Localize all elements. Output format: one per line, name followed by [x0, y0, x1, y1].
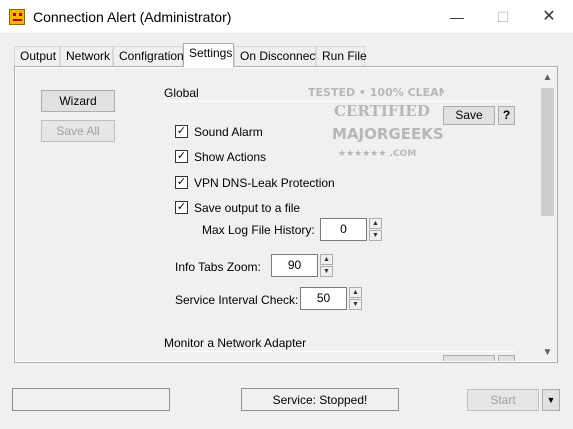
service-interval-label: Service Interval Check:	[175, 293, 299, 307]
settings-content: Wizard Save All Global Save ? ✓ Sound Al…	[16, 68, 538, 361]
max-log-spinner: ▲ ▼	[369, 218, 382, 241]
monitor-divider	[164, 351, 514, 352]
sound-alarm-label: Sound Alarm	[194, 125, 263, 139]
left-status-box	[12, 388, 170, 411]
sound-alarm-checkbox[interactable]: ✓	[175, 125, 188, 138]
close-button[interactable]: ✕	[527, 2, 571, 32]
service-status-text: Service: Stopped!	[272, 393, 368, 407]
service-interval-input[interactable]: 50	[300, 287, 347, 310]
vertical-scrollbar[interactable]: ▲ ▼	[538, 68, 557, 361]
save-output-label: Save output to a file	[194, 201, 301, 215]
info-zoom-label: Info Tabs Zoom:	[175, 260, 261, 274]
service-interval-up-icon[interactable]: ▲	[349, 287, 362, 298]
start-dropdown-button[interactable]: ▼	[542, 389, 560, 411]
info-zoom-spinner: ▲ ▼	[320, 254, 333, 277]
scroll-thumb[interactable]	[541, 88, 554, 216]
watermark-line3: MAJORGEEKS	[332, 125, 444, 143]
tab-on-disconnect[interactable]: On Disconnect	[234, 46, 319, 67]
minimize-button[interactable]: —	[435, 2, 479, 32]
max-log-label: Max Log File History:	[202, 223, 315, 237]
monitor-header: Monitor a Network Adapter	[164, 336, 307, 350]
show-actions-checkbox[interactable]: ✓	[175, 150, 188, 163]
service-interval-spinner: ▲ ▼	[349, 287, 362, 310]
tab-settings[interactable]: Settings	[183, 43, 234, 67]
max-log-down-icon[interactable]: ▼	[369, 230, 382, 241]
vpn-dns-leak-checkbox[interactable]: ✓	[175, 176, 188, 189]
info-zoom-input[interactable]: 90	[271, 254, 318, 277]
service-status-box: Service: Stopped!	[241, 388, 399, 411]
save-output-checkbox[interactable]: ✓	[175, 201, 188, 214]
info-zoom-down-icon[interactable]: ▼	[320, 266, 333, 277]
watermark-line4: ★★★★★★ .COM	[338, 149, 416, 159]
vpn-dns-leak-label: VPN DNS-Leak Protection	[194, 176, 335, 190]
settings-panel: Wizard Save All Global Save ? ✓ Sound Al…	[14, 66, 558, 363]
tab-run-file[interactable]: Run File	[316, 46, 367, 67]
app-icon	[9, 9, 25, 25]
scroll-up-icon[interactable]: ▲	[538, 69, 557, 86]
watermark-line1: TESTED • 100% CLEAN	[308, 86, 444, 99]
tab-output[interactable]: Output	[14, 46, 60, 67]
title-bar[interactable]: Connection Alert (Administrator) — ☐ ✕	[0, 0, 573, 34]
info-zoom-up-icon[interactable]: ▲	[320, 254, 333, 265]
watermark-line2: CERTIFIED	[334, 102, 430, 120]
service-interval-down-icon[interactable]: ▼	[349, 299, 362, 310]
show-actions-label: Show Actions	[194, 150, 267, 164]
max-log-input[interactable]: 0	[320, 218, 367, 241]
max-log-up-icon[interactable]: ▲	[369, 218, 382, 229]
start-button[interactable]: Start	[467, 389, 539, 411]
save-all-button[interactable]: Save All	[41, 120, 115, 142]
wizard-button[interactable]: Wizard	[41, 90, 115, 112]
maximize-button[interactable]: ☐	[481, 2, 525, 32]
tab-configration[interactable]: Configration	[113, 46, 184, 67]
global-header: Global	[164, 86, 199, 100]
majorgeeks-watermark-logo: TESTED • 100% CLEAN CERTIFIED MAJORGEEKS…	[308, 86, 444, 159]
help-button[interactable]: ?	[498, 106, 515, 125]
scroll-down-icon[interactable]: ▼	[538, 344, 557, 361]
global-save-button[interactable]: Save	[443, 106, 495, 125]
monitor-save-button-partial[interactable]	[443, 355, 495, 361]
monitor-help-button-partial[interactable]	[498, 355, 515, 361]
tab-network[interactable]: Network	[60, 46, 113, 67]
window-title: Connection Alert (Administrator)	[33, 9, 232, 25]
